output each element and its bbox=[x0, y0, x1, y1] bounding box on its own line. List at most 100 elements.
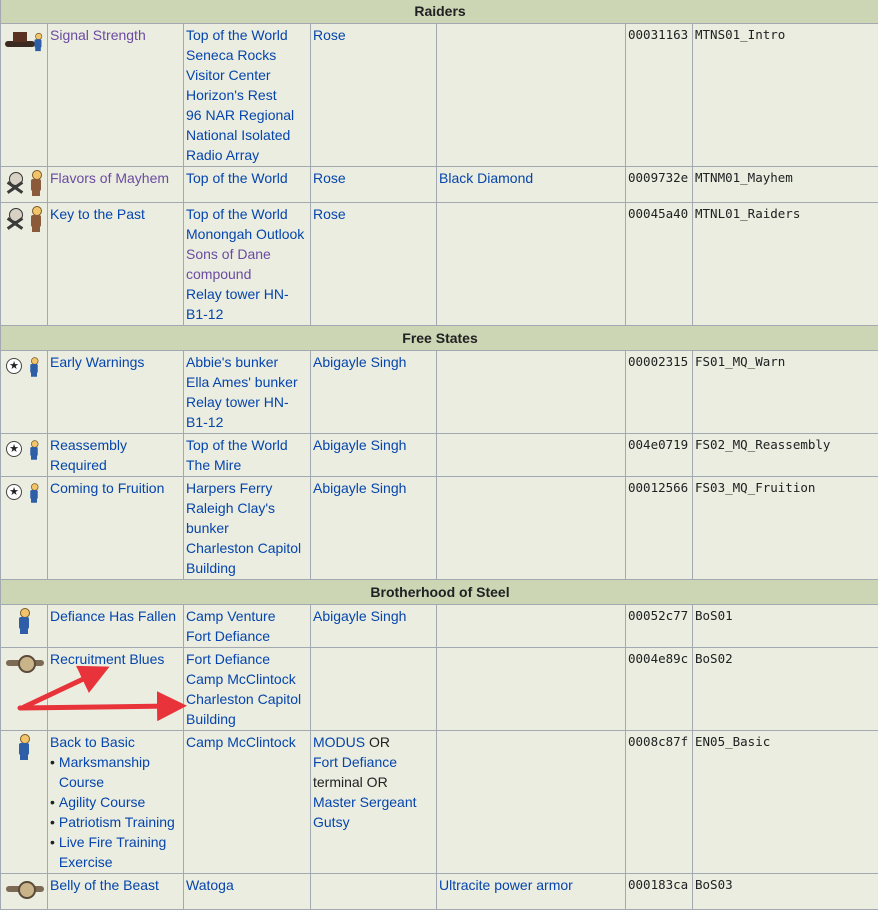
reward-cell bbox=[437, 351, 626, 434]
location-link[interactable]: Raleigh Clay's bunker bbox=[186, 498, 308, 538]
editor-id-cell: BoS02 bbox=[693, 648, 878, 731]
quest-link[interactable]: Coming to Fruition bbox=[50, 478, 181, 498]
location-link[interactable]: Ella Ames' bunker bbox=[186, 372, 308, 392]
quest-icon-cell: ★ bbox=[1, 351, 48, 434]
giver-link[interactable]: Rose bbox=[313, 168, 434, 188]
subquest-link[interactable]: Agility Course bbox=[59, 792, 145, 812]
location-link[interactable]: Monongah Outlook bbox=[186, 224, 308, 244]
quest-link[interactable]: Key to the Past bbox=[50, 204, 181, 224]
giver-link[interactable]: Abigayle Singh bbox=[313, 606, 434, 626]
giver-link[interactable]: Rose bbox=[313, 204, 434, 224]
subquest-link[interactable]: Marksmanship Course bbox=[59, 752, 181, 792]
location-link[interactable]: Harpers Ferry bbox=[186, 478, 308, 498]
quest-name-cell: Back to Basic •Marksmanship Course •Agil… bbox=[48, 731, 184, 874]
section-header: Brotherhood of Steel bbox=[1, 580, 878, 605]
table-row: ★ Early Warnings Abbie's bunkerElla Ames… bbox=[1, 351, 878, 434]
section-header-row: Brotherhood of Steel bbox=[1, 580, 878, 605]
form-id-cell: 0004e89c bbox=[626, 648, 693, 731]
quest-icon-cell bbox=[1, 648, 48, 731]
quest-name-cell: Belly of the Beast bbox=[48, 874, 184, 910]
quest-link[interactable]: Early Warnings bbox=[50, 352, 181, 372]
table-row: ★ Coming to Fruition Harpers FerryRaleig… bbox=[1, 477, 878, 580]
location-link[interactable]: Relay tower HN-B1-12 bbox=[186, 284, 308, 324]
quest-link[interactable]: Belly of the Beast bbox=[50, 875, 181, 895]
giver-cell: Abigayle Singh bbox=[311, 477, 437, 580]
location-link[interactable]: Watoga bbox=[186, 875, 308, 895]
location-link[interactable]: The Mire bbox=[186, 455, 308, 475]
quest-icon-cell bbox=[1, 167, 48, 203]
vault-boy-icon bbox=[29, 170, 43, 196]
quest-name-cell: Recruitment Blues bbox=[48, 648, 184, 731]
giver-cell: MODUS OR Fort Defiance terminal OR Maste… bbox=[311, 731, 437, 874]
section-header: Raiders bbox=[1, 0, 878, 24]
reward-cell bbox=[437, 648, 626, 731]
subquest-link[interactable]: Live Fire Training Exercise bbox=[59, 832, 181, 872]
location-link[interactable]: Camp McClintock bbox=[186, 732, 308, 752]
form-id-cell: 0008c87f bbox=[626, 731, 693, 874]
giver-link[interactable]: Master Sergeant Gutsy bbox=[313, 792, 434, 832]
location-link[interactable]: Horizon's Rest bbox=[186, 85, 308, 105]
quest-name-cell: Flavors of Mayhem bbox=[48, 167, 184, 203]
giver-link[interactable]: Abigayle Singh bbox=[313, 352, 434, 372]
location-link[interactable]: 96 NAR Regional National Isolated Radio … bbox=[186, 105, 308, 165]
location-link[interactable]: Relay tower HN-B1-12 bbox=[186, 392, 308, 432]
vault-boy-icon bbox=[17, 608, 31, 634]
giver-link[interactable]: Abigayle Singh bbox=[313, 478, 434, 498]
giver-link[interactable]: Fort Defiance bbox=[313, 752, 434, 772]
location-link[interactable]: Top of the World bbox=[186, 25, 308, 45]
quest-link[interactable]: Recruitment Blues bbox=[50, 649, 181, 669]
location-link[interactable]: Top of the World bbox=[186, 168, 308, 188]
form-id-cell: 000183ca bbox=[626, 874, 693, 910]
quest-table: Raiders Signal Strength Top of the World… bbox=[0, 0, 878, 910]
table-row: Signal Strength Top of the WorldSeneca R… bbox=[1, 24, 878, 167]
quest-icon-cell bbox=[1, 874, 48, 910]
quest-icon-cell: ★ bbox=[1, 434, 48, 477]
location-link[interactable]: Top of the World bbox=[186, 435, 308, 455]
quest-name-cell: Defiance Has Fallen bbox=[48, 605, 184, 648]
quest-link[interactable]: Reassembly Required bbox=[50, 435, 181, 475]
quest-link[interactable]: Defiance Has Fallen bbox=[50, 606, 181, 626]
location-link[interactable]: Top of the World bbox=[186, 204, 308, 224]
quest-name-cell: Coming to Fruition bbox=[48, 477, 184, 580]
subquest-item: •Agility Course bbox=[50, 792, 181, 812]
editor-id-cell: FS01_MQ_Warn bbox=[693, 351, 878, 434]
table-row: Recruitment Blues Fort DefianceCamp McCl… bbox=[1, 648, 878, 731]
location-link[interactable]: Seneca Rocks Visitor Center bbox=[186, 45, 308, 85]
bos-emblem-icon bbox=[6, 655, 46, 673]
quest-link[interactable]: Signal Strength bbox=[50, 25, 181, 45]
free-states-star-icon: ★ bbox=[6, 358, 22, 374]
location-link[interactable]: Charleston Capitol Building bbox=[186, 538, 308, 578]
giver-link[interactable]: Abigayle Singh bbox=[313, 435, 434, 455]
reward-cell: Ultracite power armor bbox=[437, 874, 626, 910]
location-link[interactable]: Camp McClintock bbox=[186, 669, 308, 689]
location-cell: Top of the WorldMonongah OutlookSons of … bbox=[184, 203, 311, 326]
quest-link[interactable]: Back to Basic bbox=[50, 732, 181, 752]
reward-link[interactable]: Ultracite power armor bbox=[439, 875, 623, 895]
quest-icon-cell bbox=[1, 605, 48, 648]
location-link[interactable]: Fort Defiance bbox=[186, 626, 308, 646]
reward-link[interactable]: Black Diamond bbox=[439, 168, 623, 188]
vault-boy-icon bbox=[33, 33, 43, 51]
location-link[interactable]: Fort Defiance bbox=[186, 649, 308, 669]
giver-cell: Abigayle Singh bbox=[311, 605, 437, 648]
location-link[interactable]: Sons of Dane compound bbox=[186, 244, 308, 284]
giver-link[interactable]: Rose bbox=[313, 25, 434, 45]
giver-cell: Rose bbox=[311, 24, 437, 167]
table-row: Back to Basic •Marksmanship Course •Agil… bbox=[1, 731, 878, 874]
reward-cell bbox=[437, 605, 626, 648]
giver-link[interactable]: MODUS bbox=[313, 734, 365, 750]
location-link[interactable]: Camp Venture bbox=[186, 606, 308, 626]
location-link[interactable]: Abbie's bunker bbox=[186, 352, 308, 372]
quest-link[interactable]: Flavors of Mayhem bbox=[50, 168, 181, 188]
quest-name-cell: Signal Strength bbox=[48, 24, 184, 167]
quest-icon-cell bbox=[1, 203, 48, 326]
giver-text: OR bbox=[365, 734, 390, 750]
location-link[interactable]: Charleston Capitol Building bbox=[186, 689, 308, 729]
reward-cell bbox=[437, 434, 626, 477]
vault-boy-icon bbox=[29, 357, 40, 377]
subquest-link[interactable]: Patriotism Training bbox=[59, 812, 175, 832]
giver-cell bbox=[311, 874, 437, 910]
reward-cell bbox=[437, 477, 626, 580]
reward-cell: Black Diamond bbox=[437, 167, 626, 203]
giver-cell bbox=[311, 648, 437, 731]
